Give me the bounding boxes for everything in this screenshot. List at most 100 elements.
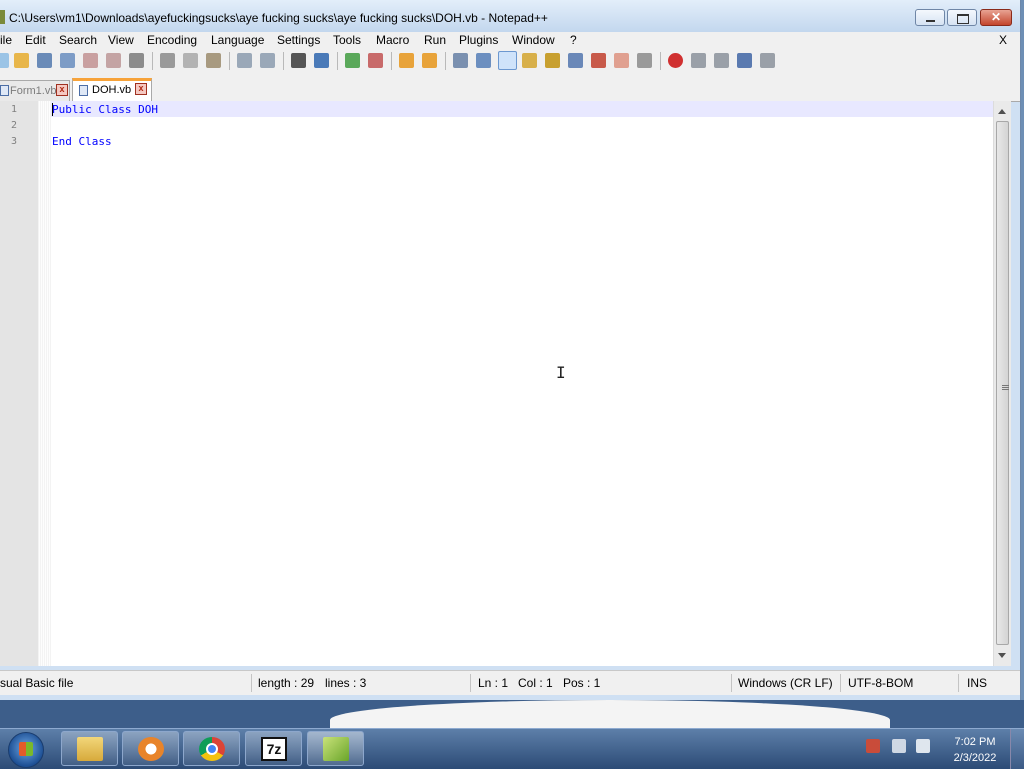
notepadpp-app-icon[interactable] xyxy=(0,10,5,24)
close-document-menu-button[interactable]: X xyxy=(999,33,1007,47)
replace-icon[interactable] xyxy=(314,53,329,68)
menu-edit[interactable]: Edit xyxy=(25,33,46,47)
monitoring-eye-icon[interactable] xyxy=(637,53,652,68)
folder-as-workspace-icon[interactable] xyxy=(614,53,629,68)
maximize-button[interactable] xyxy=(947,9,977,26)
volume-icon[interactable] xyxy=(916,739,930,753)
scrollbar-grip-icon xyxy=(1002,385,1009,386)
code-line[interactable]: End Class xyxy=(52,135,112,148)
toolbar-separator xyxy=(229,52,230,70)
menu-run[interactable]: Run xyxy=(424,33,446,47)
toolbar-separator xyxy=(391,52,392,70)
tab-doh-vb[interactable]: DOH.vb x xyxy=(72,78,152,101)
save-icon[interactable] xyxy=(37,53,52,68)
taskbar-7zip[interactable]: 7z xyxy=(245,731,302,766)
menu-plugins[interactable]: Plugins xyxy=(459,33,498,47)
taskbar-media-player[interactable] xyxy=(122,731,179,766)
start-button-icon[interactable] xyxy=(8,732,44,768)
network-icon[interactable] xyxy=(892,739,906,753)
print-icon[interactable] xyxy=(129,53,144,68)
editor-area[interactable]: 1 2 3 Public Class DOH End Class xyxy=(0,101,1011,666)
menu-language[interactable]: Language xyxy=(211,33,264,47)
indent-guide-icon[interactable] xyxy=(498,51,517,70)
status-divider xyxy=(251,674,252,692)
show-all-characters-icon[interactable] xyxy=(476,53,491,68)
status-divider xyxy=(840,674,841,692)
tab-close-icon[interactable]: x xyxy=(135,83,147,95)
line-number: 3 xyxy=(11,136,18,147)
taskbar-chrome[interactable] xyxy=(183,731,240,766)
folder-icon xyxy=(77,737,103,761)
taskbar-notepad-plus-plus[interactable] xyxy=(307,731,364,766)
toolbar-separator xyxy=(660,52,661,70)
show-desktop-button[interactable] xyxy=(1010,729,1024,769)
tab-form1-vb[interactable]: Form1.vb x xyxy=(0,80,70,101)
status-insert-mode[interactable]: INS xyxy=(967,676,987,690)
status-length: length : 29 xyxy=(258,676,315,690)
zoom-out-icon[interactable] xyxy=(368,53,383,68)
taskbar-file-explorer[interactable] xyxy=(61,731,118,766)
status-divider xyxy=(731,674,732,692)
status-divider xyxy=(470,674,471,692)
document-list-icon[interactable] xyxy=(568,53,583,68)
new-file-icon[interactable] xyxy=(0,53,9,68)
function-list-icon[interactable] xyxy=(591,53,606,68)
run-macro-multiple-icon[interactable] xyxy=(737,53,752,68)
media-player-icon xyxy=(138,737,164,761)
menu-view[interactable]: View xyxy=(108,33,134,47)
scroll-down-arrow-icon[interactable] xyxy=(998,653,1006,658)
minimize-button[interactable] xyxy=(915,9,945,26)
undo-icon[interactable] xyxy=(237,53,252,68)
paste-icon[interactable] xyxy=(206,53,221,68)
action-center-flag-icon[interactable] xyxy=(866,739,880,753)
zoom-in-icon[interactable] xyxy=(345,53,360,68)
menu-window[interactable]: Window xyxy=(512,33,555,47)
chrome-center-icon xyxy=(206,743,218,755)
notepadpp-icon xyxy=(323,737,349,761)
cut-icon[interactable] xyxy=(160,53,175,68)
playback-macro-icon[interactable] xyxy=(714,53,729,68)
copy-icon[interactable] xyxy=(183,53,198,68)
menu-file[interactable]: ile xyxy=(0,33,12,47)
redo-icon[interactable] xyxy=(260,53,275,68)
menu-encoding[interactable]: Encoding xyxy=(147,33,197,47)
menu-help[interactable]: ? xyxy=(570,33,577,47)
vertical-scrollbar[interactable] xyxy=(993,101,1011,666)
wallpaper-shape xyxy=(330,700,890,728)
toolbar-separator xyxy=(152,52,153,70)
save-all-icon[interactable] xyxy=(60,53,75,68)
status-bar: sual Basic file length : 29 lines : 3 Ln… xyxy=(0,670,1020,695)
tab-close-icon[interactable]: x xyxy=(56,84,68,96)
menu-bar: ile Edit Search View Encoding Language S… xyxy=(0,32,1020,49)
define-language-icon[interactable] xyxy=(522,53,537,68)
status-encoding[interactable]: UTF-8-BOM xyxy=(848,676,913,690)
open-file-icon[interactable] xyxy=(14,53,29,68)
sync-vertical-icon[interactable] xyxy=(399,53,414,68)
close-window-button[interactable]: ✕ xyxy=(980,9,1012,26)
code-line[interactable]: Public Class DOH xyxy=(52,103,158,116)
document-map-icon[interactable] xyxy=(545,53,560,68)
fold-margin[interactable] xyxy=(38,101,51,666)
menu-search[interactable]: Search xyxy=(59,33,97,47)
save-macro-icon[interactable] xyxy=(760,53,775,68)
word-wrap-icon[interactable] xyxy=(453,53,468,68)
taskbar-clock[interactable]: 7:02 PM 2/3/2022 xyxy=(945,734,1005,766)
menu-settings[interactable]: Settings xyxy=(277,33,320,47)
taskbar: 7z 7:02 PM 2/3/2022 xyxy=(0,728,1024,769)
status-eol[interactable]: Windows (CR LF) xyxy=(738,676,833,690)
close-file-icon[interactable] xyxy=(83,53,98,68)
title-bar[interactable]: C:\Users\vm1\Downloads\ayefuckingsucks\a… xyxy=(0,0,1020,32)
sync-horizontal-icon[interactable] xyxy=(422,53,437,68)
toolbar-separator xyxy=(283,52,284,70)
7zip-icon: 7z xyxy=(261,737,287,761)
stop-recording-icon[interactable] xyxy=(691,53,706,68)
status-divider xyxy=(958,674,959,692)
menu-macro[interactable]: Macro xyxy=(376,33,409,47)
scrollbar-thumb[interactable] xyxy=(996,121,1009,645)
scroll-up-arrow-icon[interactable] xyxy=(998,109,1006,114)
status-col: Col : 1 xyxy=(518,676,553,690)
record-macro-icon[interactable] xyxy=(668,53,683,68)
close-all-icon[interactable] xyxy=(106,53,121,68)
find-icon[interactable] xyxy=(291,53,306,68)
menu-tools[interactable]: Tools xyxy=(333,33,361,47)
